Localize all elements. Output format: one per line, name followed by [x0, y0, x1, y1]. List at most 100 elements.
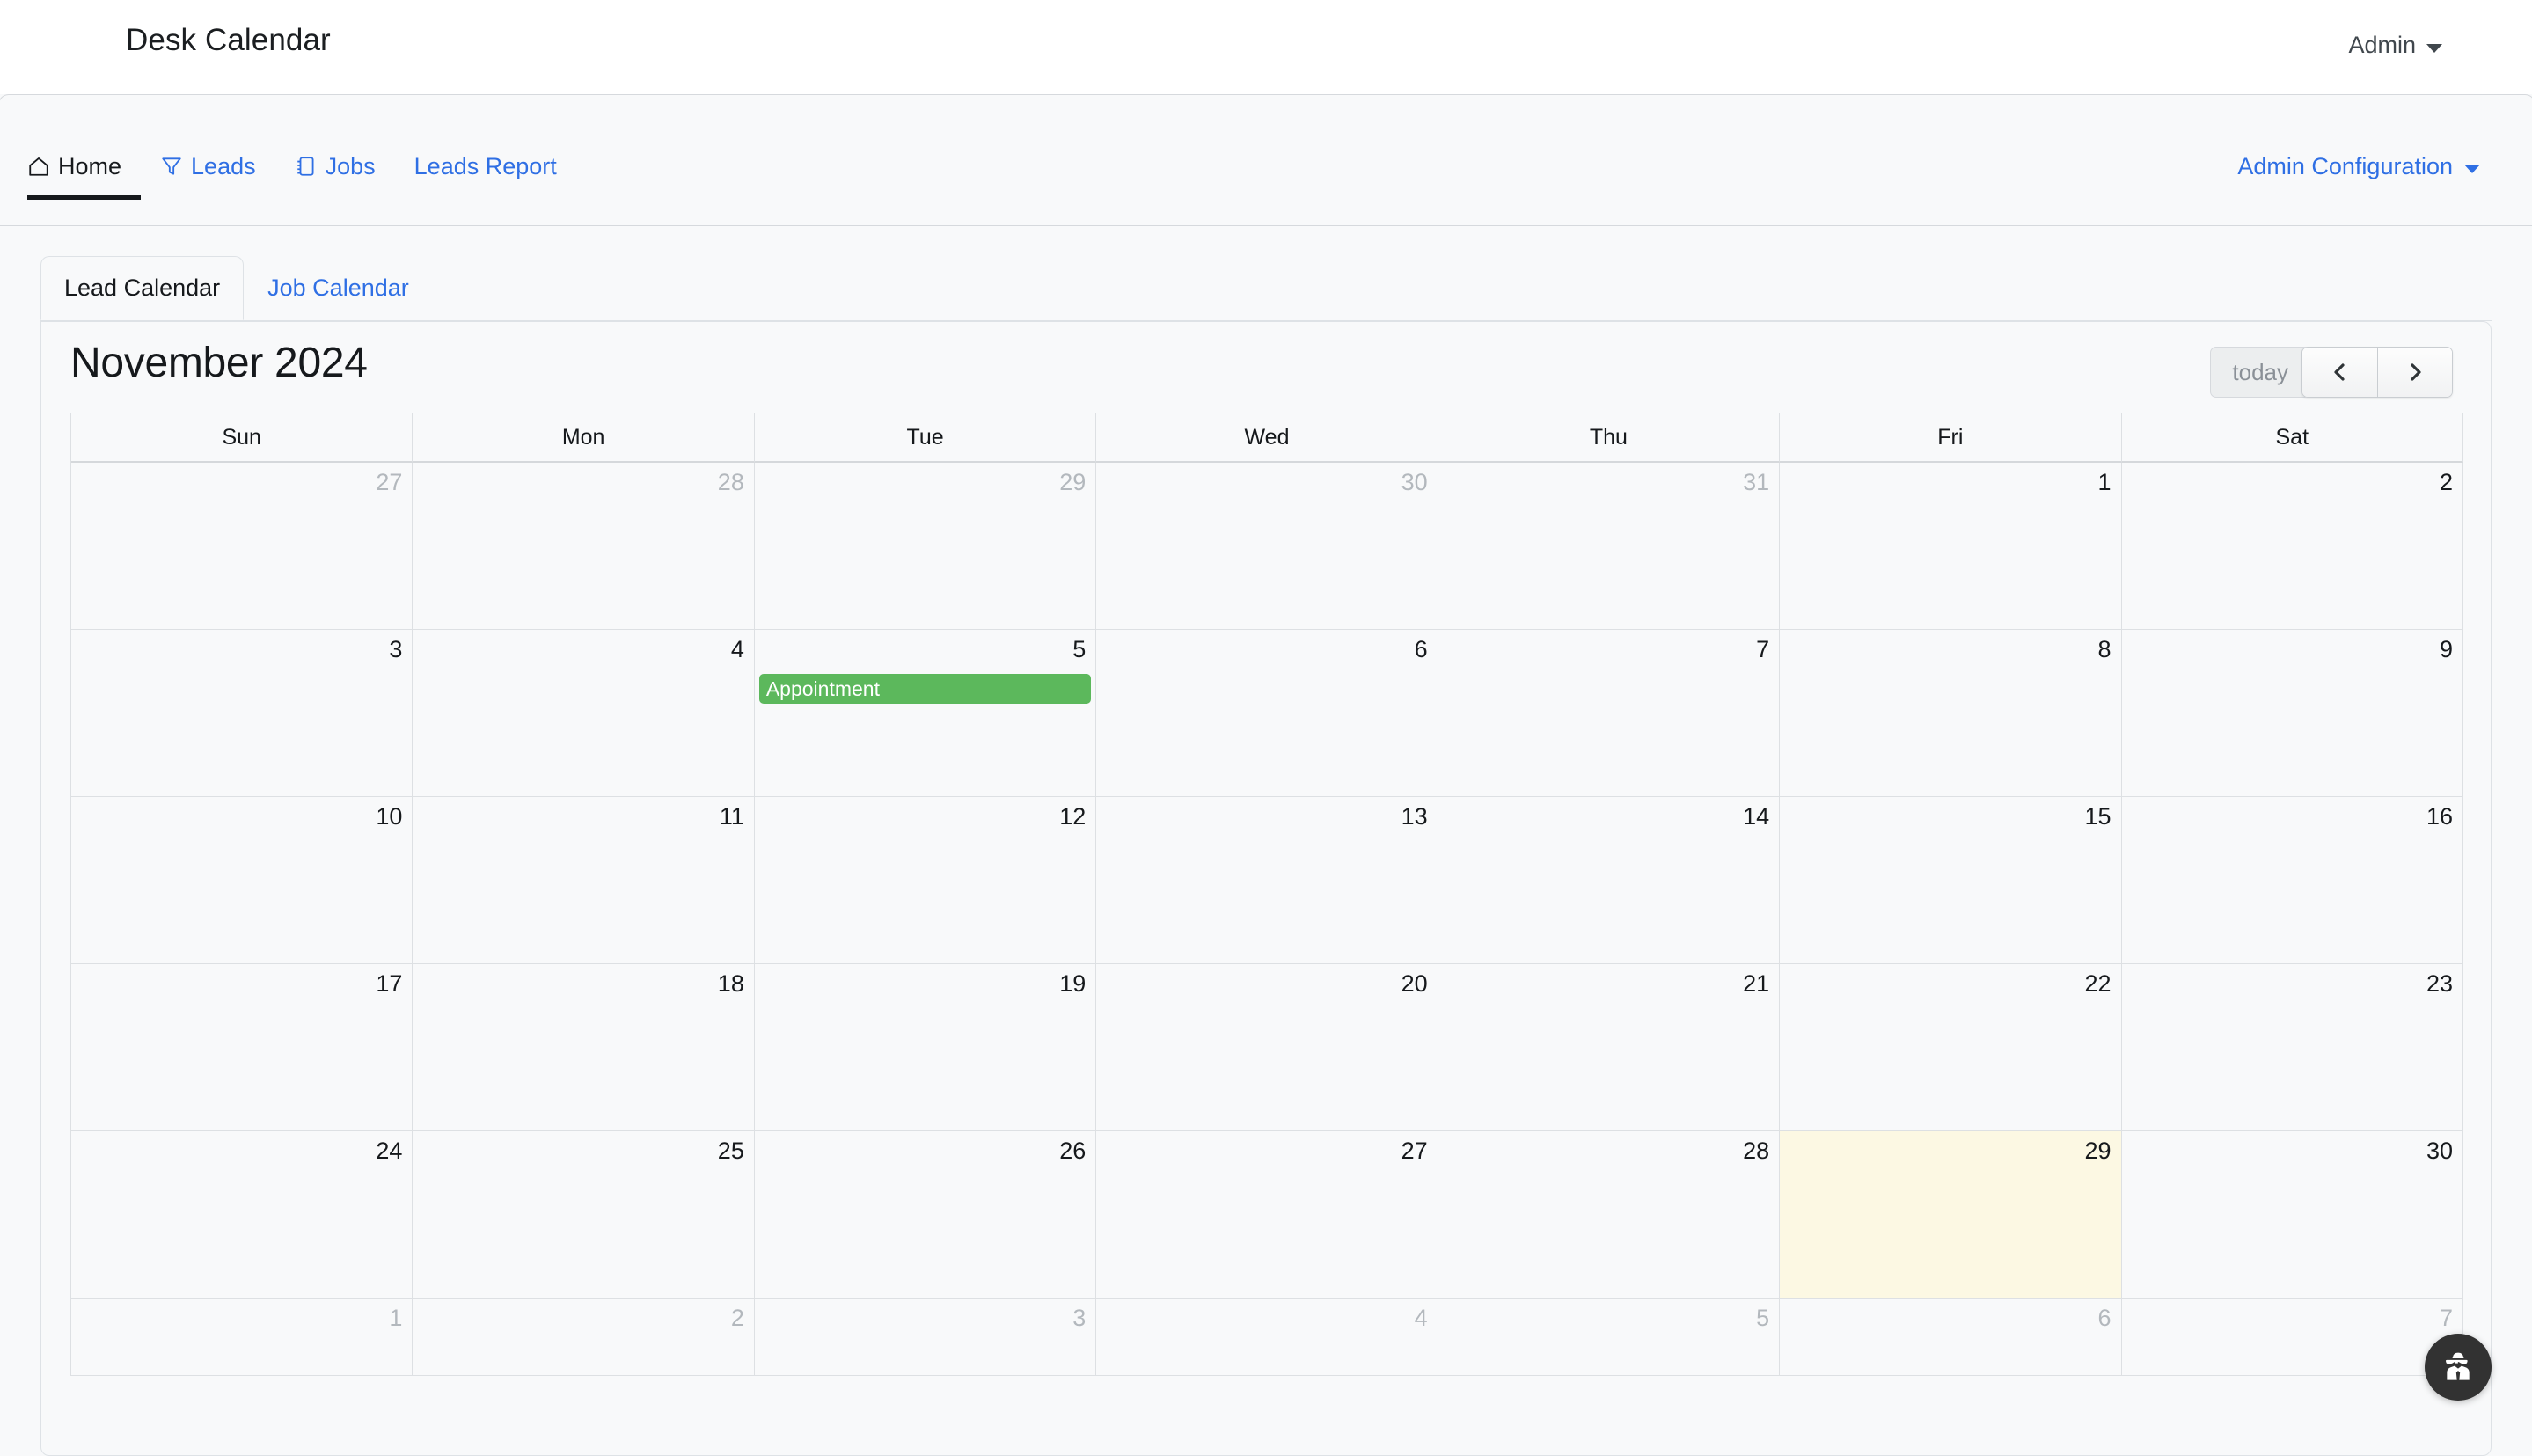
calendar-nav-buttons: [2301, 347, 2453, 398]
calendar-day-cell[interactable]: 27: [1096, 1131, 1438, 1299]
calendar-day-cell[interactable]: 7: [2122, 1299, 2463, 1376]
calendar-day-cell[interactable]: 28: [1438, 1131, 1780, 1299]
calendar-day-header: Fri: [1780, 413, 2121, 463]
calendar-day-cell[interactable]: 31: [1438, 463, 1780, 630]
calendar-day-number: 3: [71, 635, 402, 665]
calendar-day-cell[interactable]: 4: [413, 630, 754, 797]
nav-items: Home Leads Jobs Leads Report: [27, 145, 576, 187]
home-icon: [27, 155, 50, 178]
calendar-day-cell[interactable]: 7: [1438, 630, 1780, 797]
calendar-day-cell[interactable]: 5: [1438, 1299, 1780, 1376]
calendar-day-cell[interactable]: 3: [755, 1299, 1096, 1376]
calendar-day-number: 10: [71, 802, 402, 832]
calendar-day-header: Tue: [755, 413, 1096, 463]
calendar-month-title: November 2024: [70, 339, 368, 387]
calendar-day-cell[interactable]: 21: [1438, 964, 1780, 1131]
calendar-day-headers: SunMonTueWedThuFriSat: [71, 413, 2463, 463]
calendar-day-cell[interactable]: 3: [71, 630, 413, 797]
calendar-day-cell[interactable]: 28: [413, 463, 754, 630]
calendar-day-number: 7: [2122, 1304, 2453, 1334]
calendar-day-cell[interactable]: 25: [413, 1131, 754, 1299]
nav-item-home[interactable]: Home: [27, 145, 141, 187]
calendar-day-number: 13: [1096, 802, 1427, 832]
calendar-day-cell[interactable]: 4: [1096, 1299, 1438, 1376]
calendar-day-cell[interactable]: 15: [1780, 797, 2121, 964]
calendar-day-cell[interactable]: 23: [2122, 964, 2463, 1131]
calendar-day-cell[interactable]: 19: [755, 964, 1096, 1131]
calendar-day-cell[interactable]: 11: [413, 797, 754, 964]
tab-job-calendar[interactable]: Job Calendar: [244, 256, 433, 320]
main-navbar: Home Leads Jobs Leads Report Admin: [0, 94, 2532, 226]
calendar-day-number: 18: [413, 969, 743, 999]
calendar-day-number: 31: [1438, 468, 1769, 498]
calendar-day-cell[interactable]: 29: [1780, 1131, 2121, 1299]
calendar-week-row: 10 111213 1415 16: [71, 797, 2463, 964]
calendar-day-cell[interactable]: 16: [2122, 797, 2463, 964]
calendar-day-number: 15: [1780, 802, 2111, 832]
calendar-day-cell[interactable]: 5Appointment: [755, 630, 1096, 797]
calendar-day-number: 28: [413, 468, 743, 498]
calendar-day-number: 27: [71, 468, 402, 498]
calendar-day-cell[interactable]: 9: [2122, 630, 2463, 797]
calendar-day-cell[interactable]: 1: [71, 1299, 413, 1376]
admin-configuration-label: Admin Configuration: [2237, 153, 2453, 180]
calendar-day-cell[interactable]: 30: [1096, 463, 1438, 630]
calendar-day-cell[interactable]: 14: [1438, 797, 1780, 964]
calendar-day-cell[interactable]: 17: [71, 964, 413, 1131]
nav-item-leads-label: Leads: [191, 153, 256, 180]
calendar-week-row: 1718 1920 212223: [71, 964, 2463, 1131]
tab-lead-calendar[interactable]: Lead Calendar: [40, 256, 244, 320]
calendar-day-cell[interactable]: 2: [2122, 463, 2463, 630]
incognito-fab-button[interactable]: [2425, 1334, 2492, 1401]
calendar-day-cell[interactable]: 29: [755, 463, 1096, 630]
calendar-day-number: 24: [71, 1137, 402, 1167]
chevron-left-icon: [2330, 362, 2351, 383]
prev-month-button[interactable]: [2302, 348, 2377, 397]
calendar-day-cell[interactable]: 26: [755, 1131, 1096, 1299]
calendar-day-number: 29: [1780, 1137, 2111, 1167]
calendar-day-cell[interactable]: 8: [1780, 630, 2121, 797]
calendar-day-cell[interactable]: 1: [1780, 463, 2121, 630]
calendar-week-row: 27 28 2930 31 12: [71, 463, 2463, 630]
admin-configuration-menu[interactable]: Admin Configuration: [2237, 145, 2480, 187]
calendar-day-number: 26: [755, 1137, 1086, 1167]
user-secret-icon: [2441, 1350, 2476, 1385]
today-button-label: today: [2232, 359, 2288, 386]
calendar-day-number: 16: [2122, 802, 2453, 832]
calendar-day-cell[interactable]: 6: [1096, 630, 1438, 797]
calendar-day-cell[interactable]: 10: [71, 797, 413, 964]
calendar-day-cell[interactable]: 24: [71, 1131, 413, 1299]
calendar-day-cell[interactable]: 30: [2122, 1131, 2463, 1299]
calendar-day-cell[interactable]: 6: [1780, 1299, 2121, 1376]
nav-item-jobs[interactable]: Jobs: [275, 145, 395, 187]
nav-item-leads-report-label: Leads Report: [414, 153, 557, 180]
calendar-day-number: 20: [1096, 969, 1427, 999]
today-button[interactable]: today: [2210, 347, 2310, 398]
calendar-day-number: 1: [1780, 468, 2111, 498]
calendar-day-number: 25: [413, 1137, 743, 1167]
calendar-day-number: 27: [1096, 1137, 1427, 1167]
next-month-button[interactable]: [2377, 348, 2452, 397]
calendar-day-number: 6: [1780, 1304, 2111, 1334]
nav-item-jobs-label: Jobs: [326, 153, 376, 180]
calendar-day-cell[interactable]: 13: [1096, 797, 1438, 964]
filter-icon: [160, 155, 183, 178]
calendar-event-chip[interactable]: Appointment: [759, 674, 1091, 704]
nav-item-leads[interactable]: Leads: [141, 145, 275, 187]
calendar-day-cell[interactable]: 2: [413, 1299, 754, 1376]
user-menu[interactable]: Admin: [2348, 32, 2442, 59]
calendar-day-number: 9: [2122, 635, 2453, 665]
nav-item-leads-report[interactable]: Leads Report: [395, 145, 576, 187]
calendar-toolbar: November 2024 today: [41, 322, 2491, 413]
calendar-day-cell[interactable]: 12: [755, 797, 1096, 964]
calendar-day-number: 4: [1096, 1304, 1427, 1334]
calendar-day-cell[interactable]: 18: [413, 964, 754, 1131]
calendar-day-cell[interactable]: 20: [1096, 964, 1438, 1131]
calendar-day-number: 30: [2122, 1137, 2453, 1167]
tab-job-calendar-label: Job Calendar: [267, 274, 409, 302]
calendar-day-cell[interactable]: 27: [71, 463, 413, 630]
calendar-day-number: 30: [1096, 468, 1427, 498]
calendar-day-cell[interactable]: 22: [1780, 964, 2121, 1131]
nav-item-home-label: Home: [58, 153, 121, 180]
tab-lead-calendar-label: Lead Calendar: [64, 274, 220, 302]
